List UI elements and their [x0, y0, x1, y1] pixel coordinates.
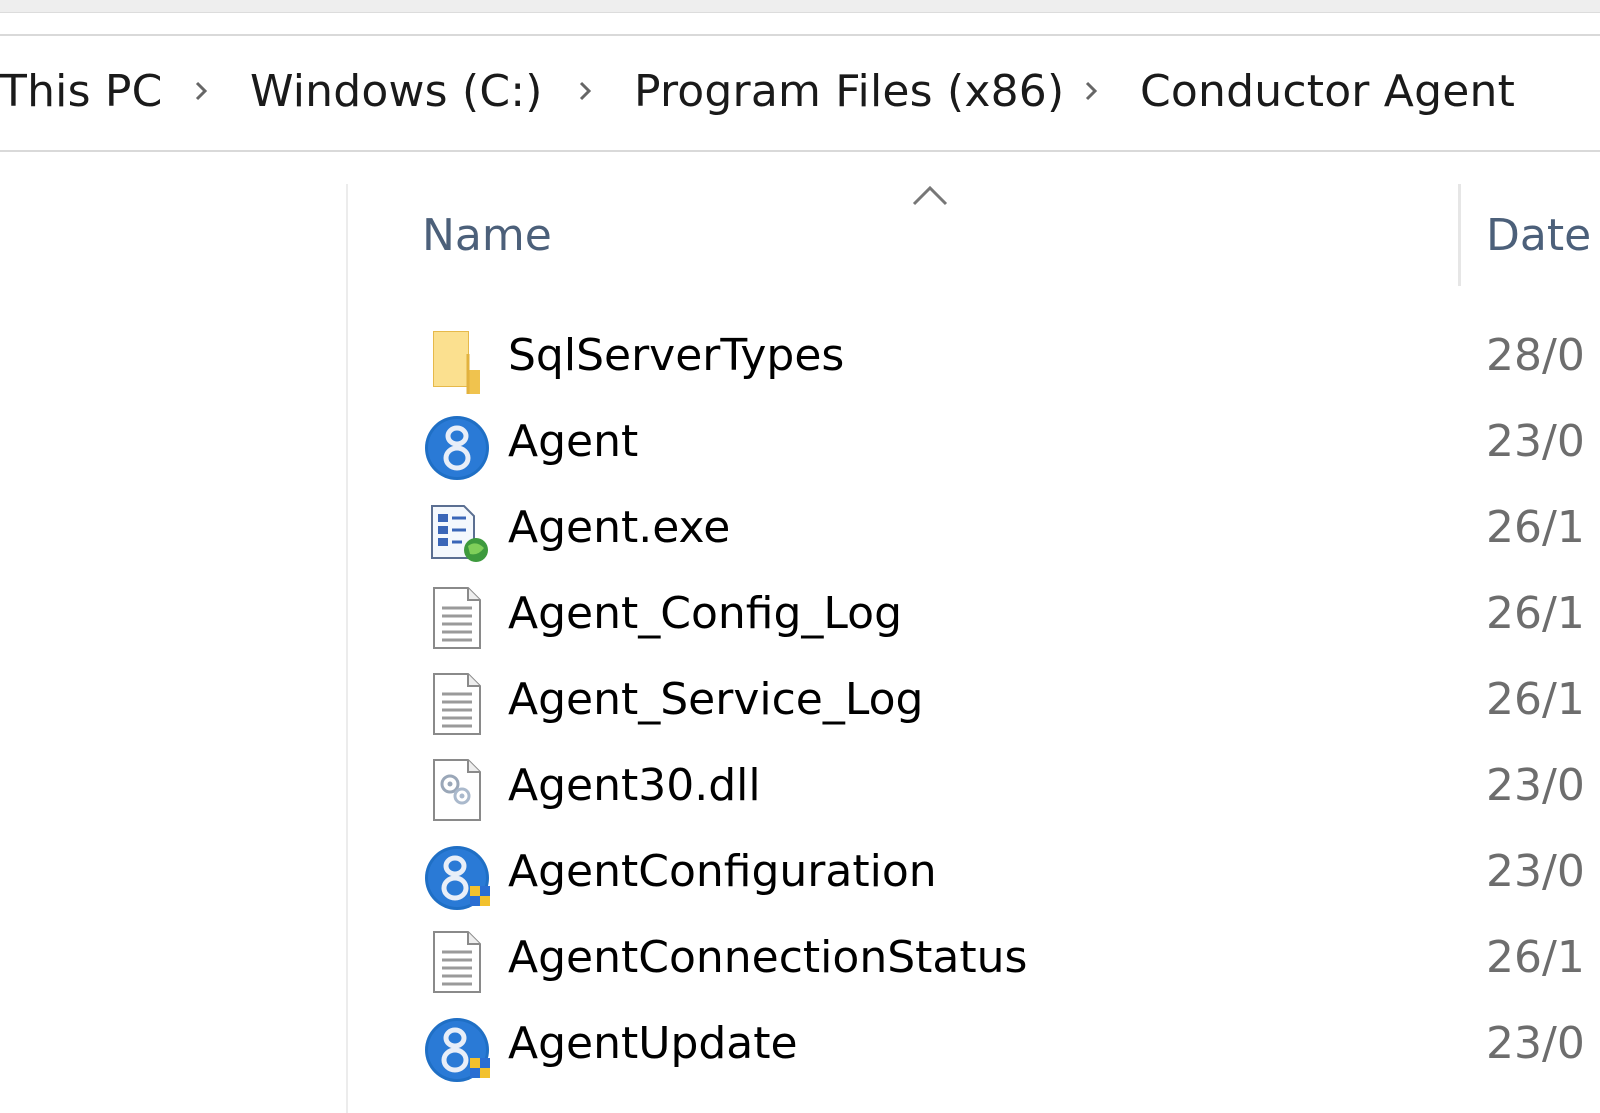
file-name: Agent [508, 416, 639, 467]
executable-icon [431, 505, 488, 562]
chevron-right-icon[interactable] [186, 76, 216, 106]
window-top-strip [0, 0, 1600, 13]
file-name: AgentConnectionStatus [508, 932, 1028, 983]
column-header-date[interactable]: Date [1486, 206, 1591, 266]
chevron-right-icon[interactable] [1076, 76, 1106, 106]
file-name: SqlServerTypes [508, 330, 845, 381]
admin-app-icon [425, 846, 490, 910]
text-file-icon [433, 673, 481, 735]
file-date: 23/0 [1486, 760, 1585, 811]
file-row-agentconfiguration[interactable]: AgentConfiguration 23/0 [348, 828, 1600, 914]
breadcrumb-conductor-agent[interactable]: Conductor Agent [1140, 62, 1515, 122]
file-row-sqlservertypes[interactable]: SqlServerTypes 28/0 [348, 312, 1600, 398]
file-name: Agent.exe [508, 502, 731, 553]
file-name: AgentConfiguration [508, 846, 937, 897]
text-file-icon [433, 587, 481, 649]
text-file-icon [433, 931, 481, 993]
breadcrumb-windows-c[interactable]: Windows (C:) [250, 62, 543, 122]
folder-icon [433, 331, 480, 394]
file-row-agent-exe[interactable]: Agent.exe 26/1 [348, 484, 1600, 570]
file-date: 23/0 [1486, 416, 1585, 467]
file-row-agent[interactable]: Agent 23/0 [348, 398, 1600, 484]
file-name: Agent30.dll [508, 760, 761, 811]
admin-app-icon [425, 1018, 490, 1082]
file-date: 23/0 [1486, 1018, 1585, 1069]
file-date: 26/1 [1486, 932, 1585, 983]
breadcrumb-this-pc[interactable]: This PC [0, 62, 163, 122]
file-row-agentconnectionstatus[interactable]: AgentConnectionStatus 26/1 [348, 914, 1600, 1000]
file-date: 26/1 [1486, 502, 1585, 553]
chevron-right-icon[interactable] [570, 76, 600, 106]
file-row-agentupdate[interactable]: AgentUpdate 23/0 [348, 1000, 1600, 1086]
file-row-agent-config-log[interactable]: Agent_Config_Log 26/1 [348, 570, 1600, 656]
file-date: 26/1 [1486, 588, 1585, 639]
sort-ascending-icon [912, 185, 948, 206]
file-date: 23/0 [1486, 846, 1585, 897]
column-resize-handle[interactable] [1458, 184, 1461, 286]
navigation-pane[interactable] [0, 156, 348, 1113]
file-name: Agent_Config_Log [508, 588, 903, 639]
address-bar[interactable]: This PC Windows (C:) Program Files (x86)… [0, 34, 1600, 152]
column-header-name[interactable]: Name [422, 206, 552, 266]
file-row-agent-service-log[interactable]: Agent_Service_Log 26/1 [348, 656, 1600, 742]
file-row-agent30-dll[interactable]: Agent30.dll 23/0 [348, 742, 1600, 828]
dll-file-icon [433, 759, 481, 821]
file-name: AgentUpdate [508, 1018, 798, 1069]
file-date: 26/1 [1486, 674, 1585, 725]
file-date: 28/0 [1486, 330, 1585, 381]
file-name: Agent_Service_Log [508, 674, 924, 725]
breadcrumb-program-files-x86[interactable]: Program Files (x86) [634, 62, 1064, 122]
app-shortcut-icon [425, 416, 489, 480]
